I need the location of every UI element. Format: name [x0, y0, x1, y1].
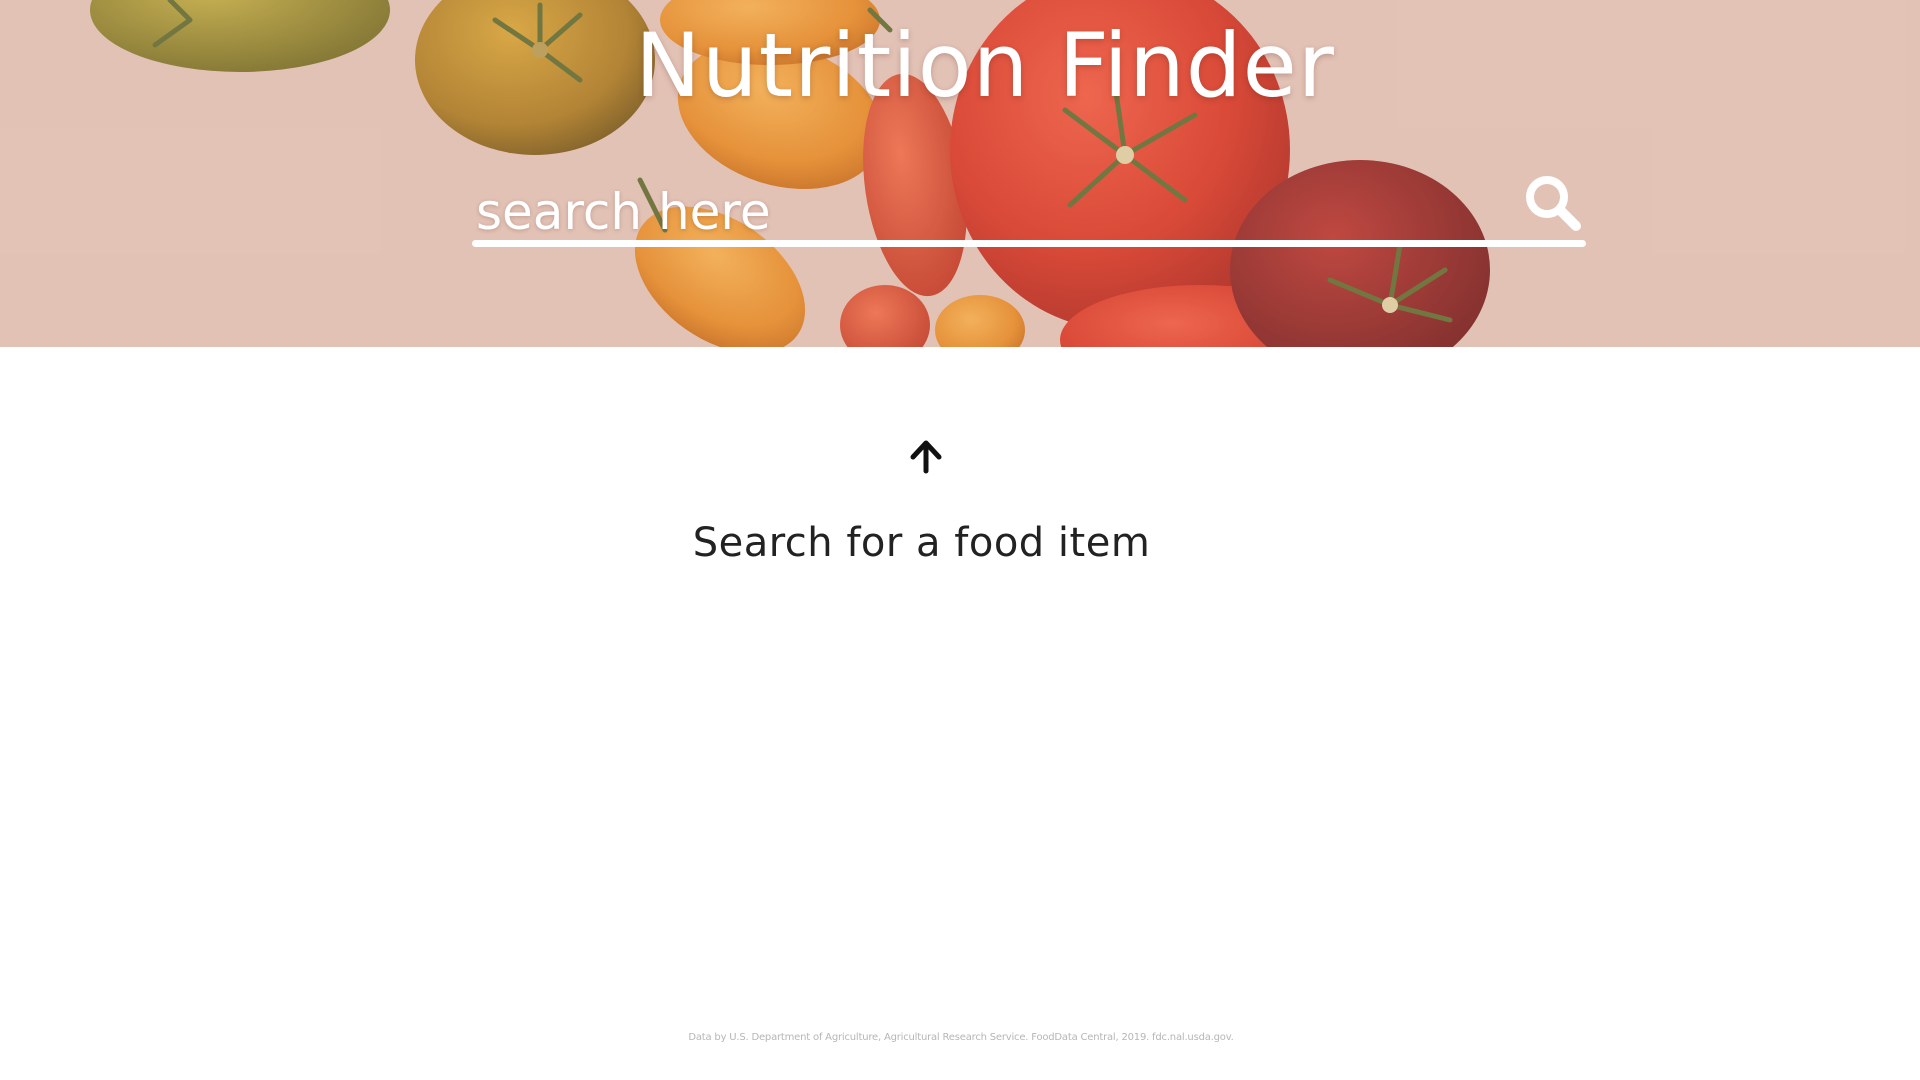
app-page: Nutrition Finder Search for a food item … — [0, 0, 1920, 1080]
search-bar — [472, 160, 1586, 248]
hero-header: Nutrition Finder — [0, 0, 1920, 347]
search-icon — [1526, 176, 1581, 231]
app-title: Nutrition Finder — [635, 14, 1335, 117]
data-source-credit: Data by U.S. Department of Agriculture, … — [688, 1032, 1234, 1043]
search-input[interactable] — [472, 180, 1476, 244]
empty-state-message: Search for a food item — [692, 520, 1151, 566]
search-button[interactable] — [1524, 172, 1586, 234]
search-underline — [472, 240, 1586, 247]
arrow-up-icon — [910, 440, 942, 474]
